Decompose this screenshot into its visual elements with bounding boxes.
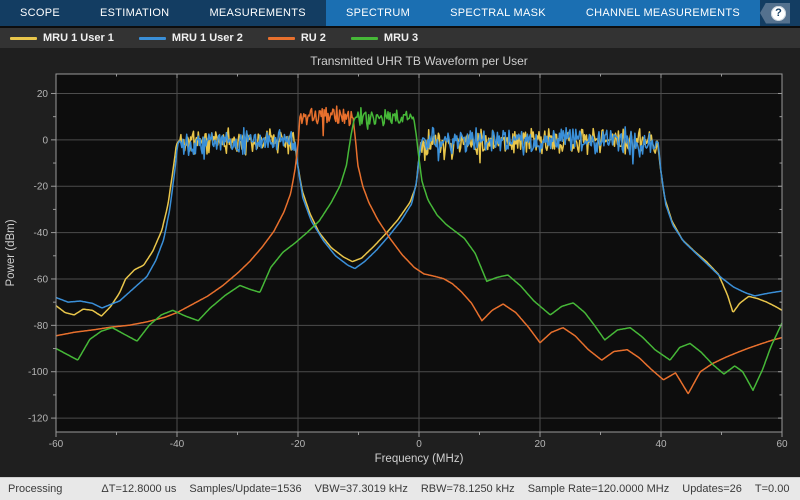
spectrum-chart[interactable]: -60 -40 -20 0 20 40 60 20 0 -20 -40 -60 -80 -100 -120 T…	[0, 48, 800, 477]
y-tick-label: 20	[37, 89, 49, 100]
legend-item-mru-1-user-1[interactable]: MRU 1 User 1	[10, 32, 114, 44]
legend-line-swatch	[268, 37, 295, 40]
legend-bar: MRU 1 User 1 MRU 1 User 2 RU 2 MRU 3	[0, 28, 800, 48]
legend-label: MRU 1 User 2	[172, 32, 243, 44]
chart-title: Transmitted UHR TB Waveform per User	[310, 54, 528, 68]
x-tick-label: 20	[534, 439, 546, 450]
x-tick-label: 0	[416, 439, 422, 450]
spectrum-analyzer-window: SCOPEESTIMATIONMEASUREMENTS SPECTRUMSPEC…	[0, 0, 800, 500]
legend-line-swatch	[351, 37, 378, 40]
y-tick-label: -60	[34, 274, 49, 285]
legend-line-swatch	[139, 37, 166, 40]
status-metric: Samples/Update=1536	[189, 483, 301, 495]
y-tick-label: -80	[34, 321, 49, 332]
y-tick-label: -20	[34, 182, 49, 193]
status-metric: ΔT=12.8000 us	[101, 483, 176, 495]
legend-item-mru-3[interactable]: MRU 3	[351, 32, 418, 44]
x-tick-label: 60	[776, 439, 788, 450]
tab-measurements[interactable]: MEASUREMENTS	[189, 0, 326, 26]
y-tick-label: -40	[34, 228, 49, 239]
legend-item-ru-2[interactable]: RU 2	[268, 32, 326, 44]
legend-item-mru-1-user-2[interactable]: MRU 1 User 2	[139, 32, 243, 44]
status-metric: Sample Rate=120.0000 MHz	[528, 483, 670, 495]
y-tick-label: 0	[42, 135, 48, 146]
help-button[interactable]: ?	[760, 3, 790, 24]
status-metric: RBW=78.1250 kHz	[421, 483, 515, 495]
legend-label: RU 2	[301, 32, 326, 44]
status-metric: VBW=37.3019 kHz	[315, 483, 408, 495]
x-tick-label: 40	[655, 439, 667, 450]
legend-line-swatch	[10, 37, 37, 40]
tab-channel-measurements[interactable]: CHANNEL MEASUREMENTS	[566, 0, 760, 26]
y-axis-label: Power (dBm)	[5, 219, 17, 286]
status-metric: T=0.00	[755, 483, 790, 495]
x-tick-label: -40	[170, 439, 185, 450]
legend-label: MRU 3	[384, 32, 418, 44]
tab-group-main: SCOPEESTIMATIONMEASUREMENTS	[0, 0, 326, 26]
tab-group-spectrum: SPECTRUMSPECTRAL MASKCHANNEL MEASUREMENT…	[326, 0, 760, 26]
help-icon: ?	[771, 6, 786, 21]
toolstrip-tabbar: SCOPEESTIMATIONMEASUREMENTS SPECTRUMSPEC…	[0, 0, 800, 26]
y-tick-label: -120	[28, 414, 48, 425]
y-tick-label: -100	[28, 367, 48, 378]
tab-estimation[interactable]: ESTIMATION	[80, 0, 189, 26]
status-bar: Processing ΔT=12.8000 us Samples/Update=1…	[0, 477, 800, 500]
tab-spectrum[interactable]: SPECTRUM	[326, 0, 430, 26]
x-tick-label: -20	[291, 439, 306, 450]
legend-label: MRU 1 User 1	[43, 32, 114, 44]
x-axis-label: Frequency (MHz)	[375, 453, 464, 465]
x-tick-label: -60	[49, 439, 64, 450]
tab-spectral-mask[interactable]: SPECTRAL MASK	[430, 0, 566, 26]
plot-area[interactable]: -60 -40 -20 0 20 40 60 20 0 -20 -40 -60 -80 -100 -120 T…	[0, 48, 800, 477]
tab-scope[interactable]: SCOPE	[0, 0, 80, 26]
status-state: Processing	[8, 483, 62, 495]
status-metric: Updates=26	[682, 483, 742, 495]
